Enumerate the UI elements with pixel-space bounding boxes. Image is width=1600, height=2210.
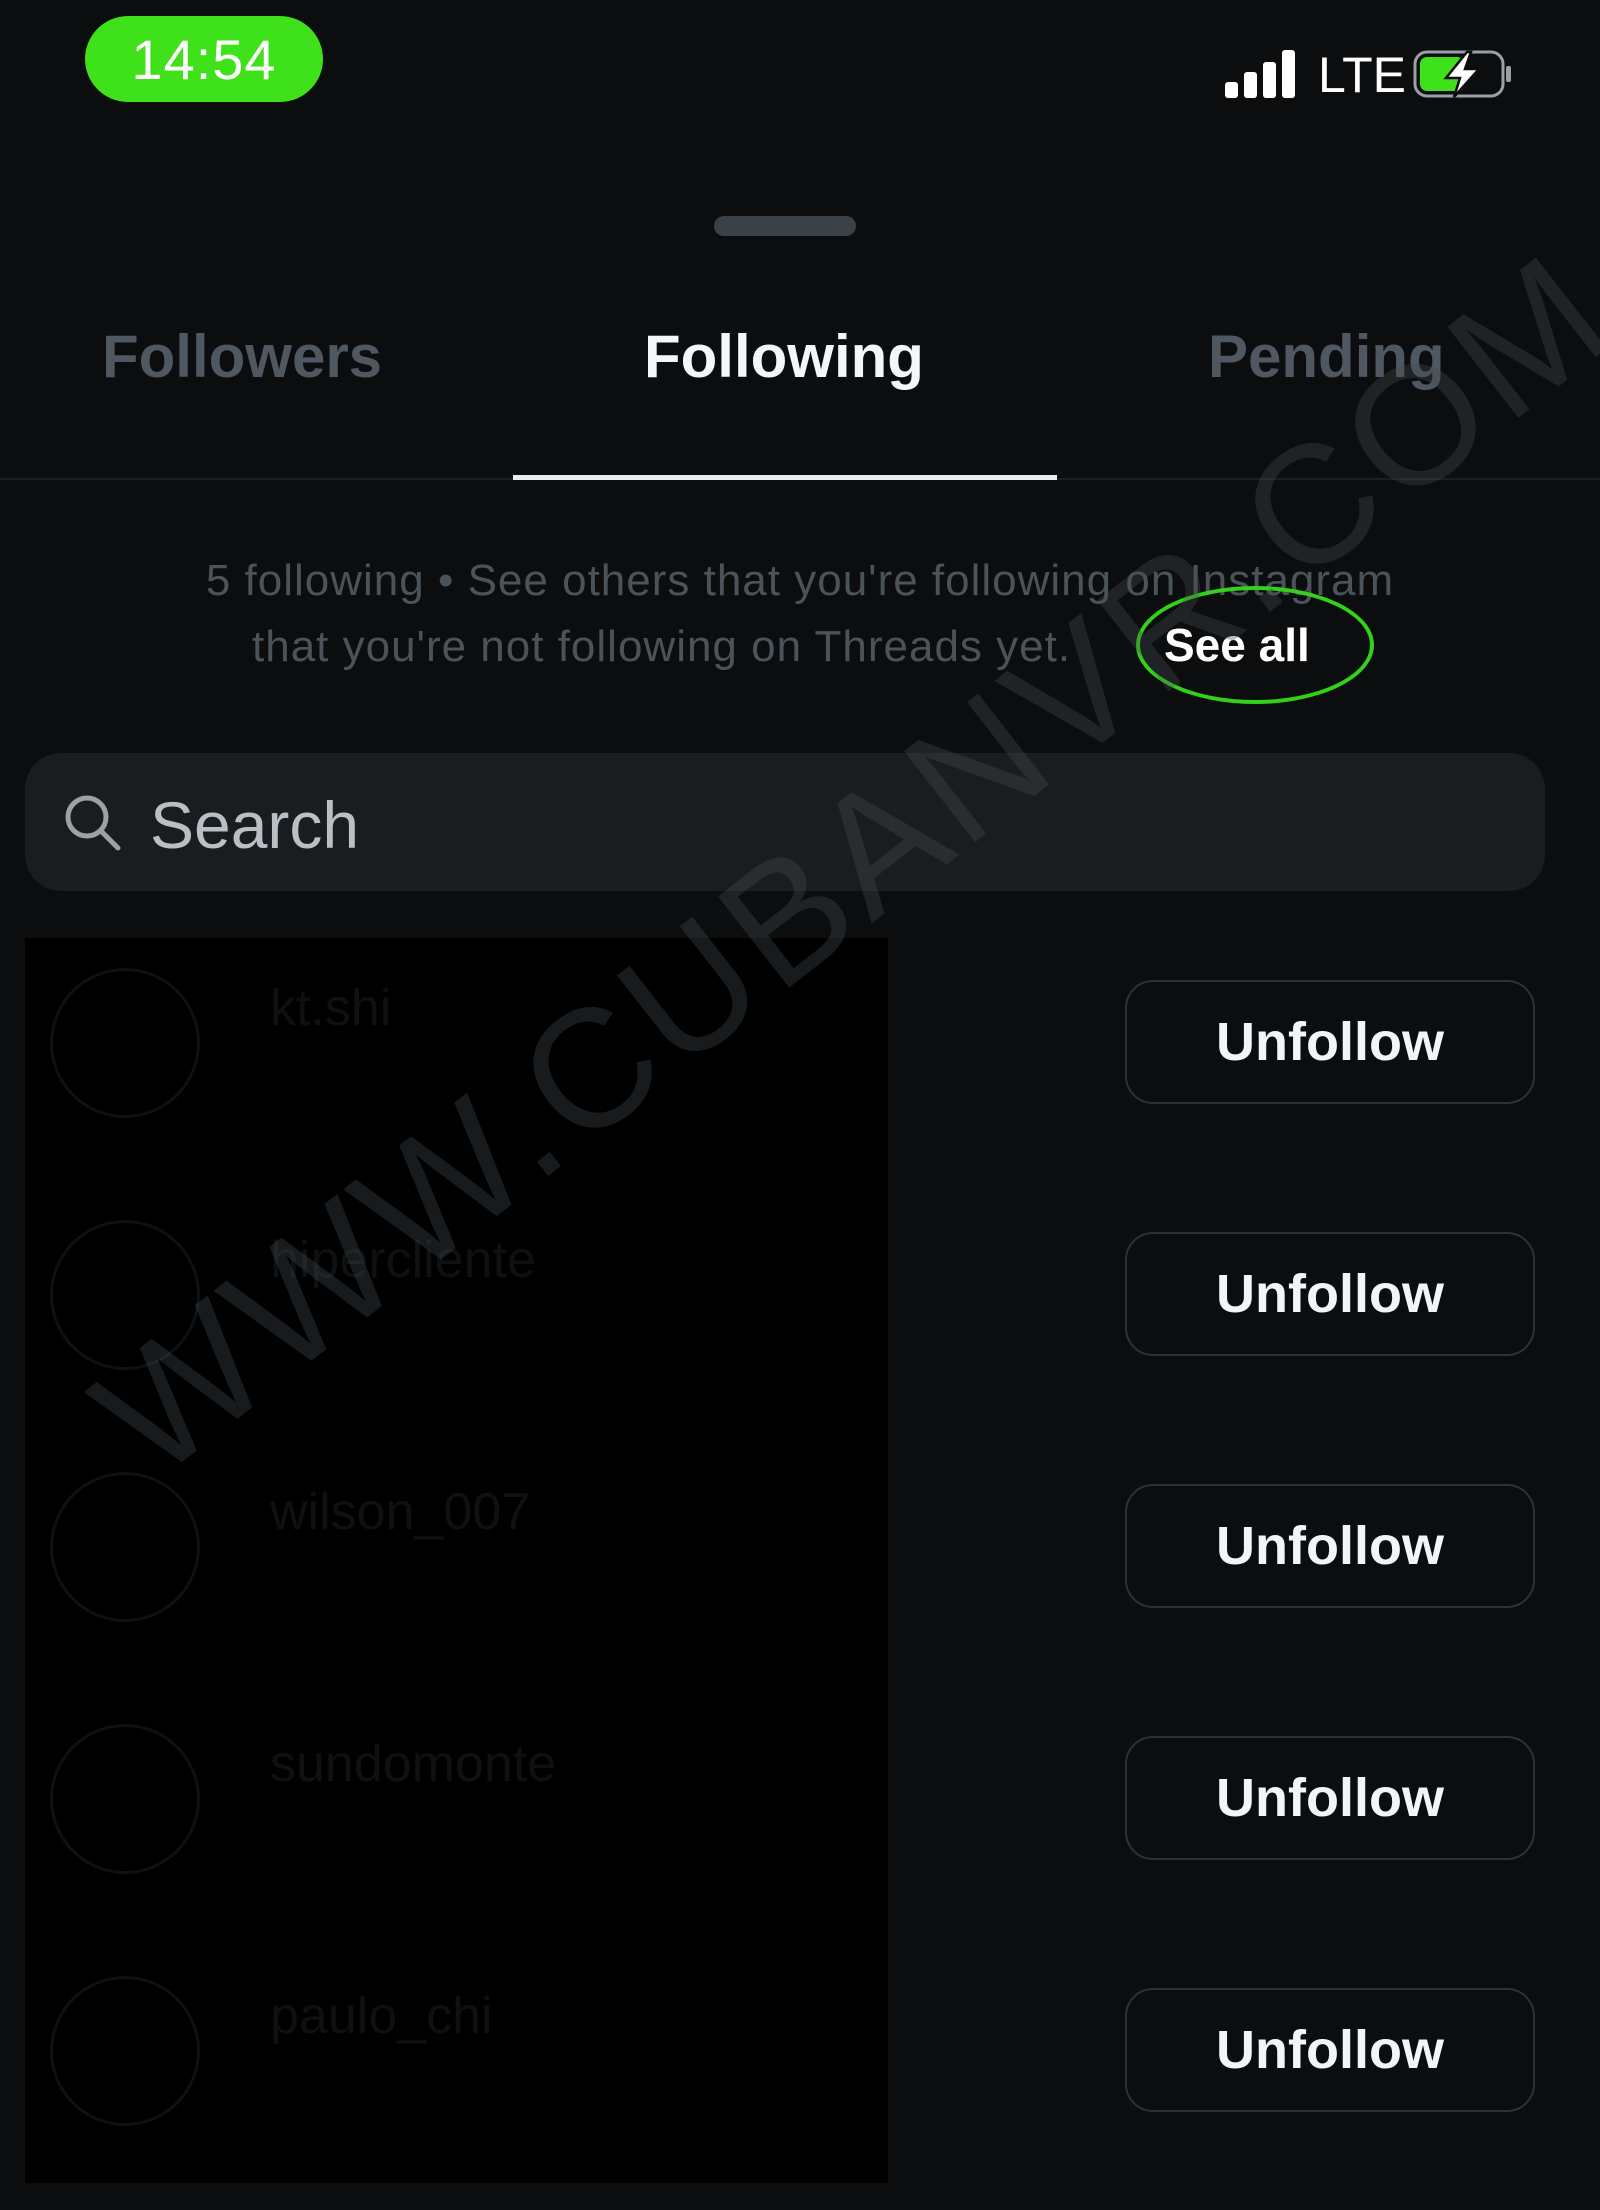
avatar[interactable]	[50, 1724, 200, 1874]
following-username[interactable]: sundomonte	[270, 1734, 556, 1794]
avatar[interactable]	[50, 1472, 200, 1622]
tab-pending[interactable]: Pending	[1208, 322, 1445, 391]
unfollow-button[interactable]: Unfollow	[1125, 1484, 1535, 1608]
search-input[interactable]	[150, 780, 1450, 870]
cellular-signal-icon	[1225, 50, 1297, 98]
active-tab-indicator	[513, 475, 1057, 480]
tab-followers[interactable]: Followers	[102, 322, 382, 391]
tab-following[interactable]: Following	[644, 322, 924, 391]
unfollow-button[interactable]: Unfollow	[1125, 1736, 1535, 1860]
search-icon	[65, 795, 121, 851]
status-time: 14:54	[85, 16, 323, 102]
avatar[interactable]	[50, 1220, 200, 1370]
unfollow-button[interactable]: Unfollow	[1125, 980, 1535, 1104]
battery-charging-icon	[1413, 50, 1511, 98]
network-type: LTE	[1318, 47, 1406, 103]
following-info-line1: 5 following • See others that you're fol…	[205, 556, 1395, 605]
sheet-grabber[interactable]	[714, 216, 856, 236]
avatar[interactable]	[50, 1976, 200, 2126]
following-username[interactable]: wilson_007	[270, 1482, 530, 1542]
avatar[interactable]	[50, 968, 200, 1118]
unfollow-button[interactable]: Unfollow	[1125, 1988, 1535, 2112]
following-username[interactable]: hipercliente	[270, 1230, 536, 1290]
following-username[interactable]: kt.shi	[270, 978, 391, 1038]
following-info-line2: that you're not following on Threads yet…	[252, 622, 1072, 671]
highlight-circle	[1136, 586, 1374, 704]
unfollow-button[interactable]: Unfollow	[1125, 1232, 1535, 1356]
following-username[interactable]: paulo_chi	[270, 1986, 493, 2046]
